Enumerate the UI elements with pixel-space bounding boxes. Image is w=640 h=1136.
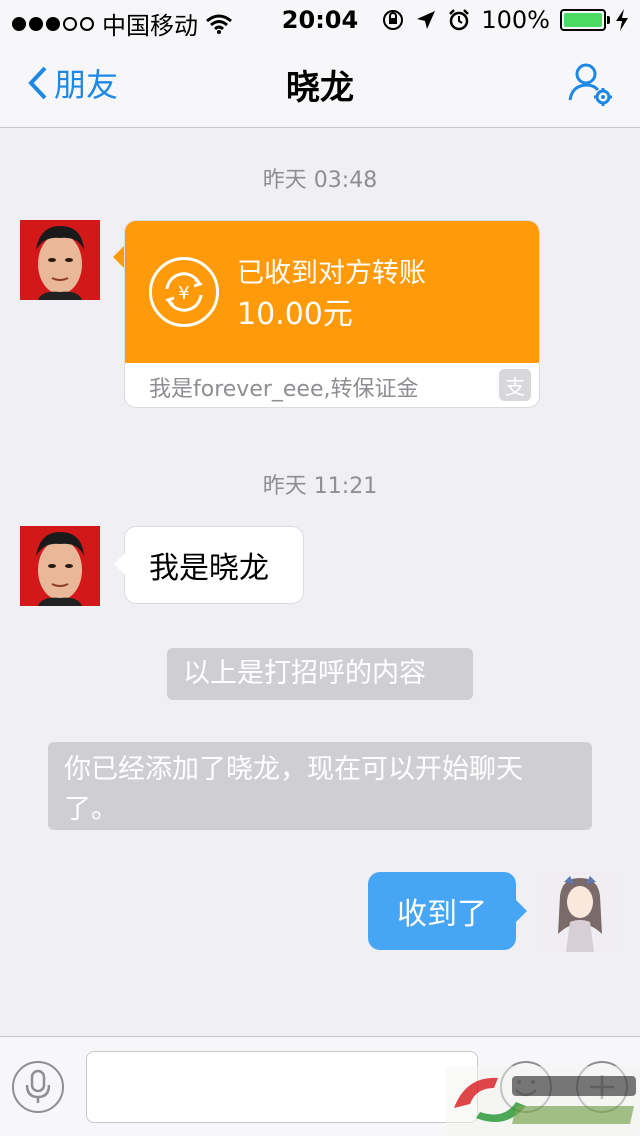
- alarm-icon: [449, 9, 470, 31]
- alipay-logo-icon: 支: [499, 369, 531, 401]
- transfer-note: 我是forever_eee,转保证金: [149, 377, 419, 402]
- charging-icon: [616, 9, 628, 31]
- voice-button[interactable]: [12, 1061, 64, 1113]
- contact-settings-button[interactable]: [566, 60, 614, 112]
- message-text: 收到了: [397, 897, 487, 932]
- rotation-lock-icon: [383, 10, 404, 30]
- chat-title: 晓龙: [286, 68, 354, 108]
- notice-text: 以上是打招呼的内容: [183, 658, 426, 689]
- status-bar: 中国移动 20:04 100%: [0, 0, 640, 40]
- transfer-amount: 10.00元: [237, 297, 353, 332]
- incoming-message-bubble[interactable]: 我是晓龙: [114, 526, 304, 604]
- battery-percent: 100%: [481, 6, 550, 34]
- message-text: 我是晓龙: [149, 551, 269, 586]
- notice-text: 你已经添加了晓龙，现在可以开始聊天了。: [64, 754, 523, 825]
- bubble-pointer: [113, 246, 124, 268]
- location-icon: [417, 11, 436, 29]
- outgoing-message-bubble[interactable]: 收到了: [368, 872, 527, 950]
- message-input[interactable]: [86, 1051, 478, 1123]
- contact-avatar[interactable]: [20, 220, 100, 300]
- user-settings-icon: [568, 63, 612, 106]
- battery-icon: [560, 9, 610, 31]
- message-timestamp: 昨天 03:48: [262, 168, 378, 193]
- system-notice: 你已经添加了晓龙，现在可以开始聊天了。: [48, 742, 592, 830]
- site-watermark-logo: [446, 1066, 640, 1136]
- avatar-image: [20, 526, 100, 606]
- svg-text:¥: ¥: [178, 283, 189, 304]
- system-notice: 以上是打招呼的内容: [167, 648, 473, 700]
- microphone-icon: [25, 1069, 51, 1103]
- nav-bar: 朋友 晓龙: [0, 40, 640, 128]
- my-avatar[interactable]: [540, 872, 620, 952]
- status-right: 100%: [381, 6, 628, 34]
- transfer-title: 已收到对方转账: [237, 258, 426, 289]
- message-timestamp: 昨天 11:21: [262, 474, 378, 499]
- transfer-card[interactable]: ¥ 已收到对方转账 10.00元 我是forever_eee,转保证金 支: [124, 220, 540, 408]
- avatar-image: [20, 220, 100, 300]
- avatar-image: [540, 872, 620, 952]
- contact-avatar[interactable]: [20, 526, 100, 606]
- transfer-coin-icon: ¥: [149, 257, 219, 327]
- top-bar: 中国移动 20:04 100% 朋友 晓龙: [0, 0, 640, 128]
